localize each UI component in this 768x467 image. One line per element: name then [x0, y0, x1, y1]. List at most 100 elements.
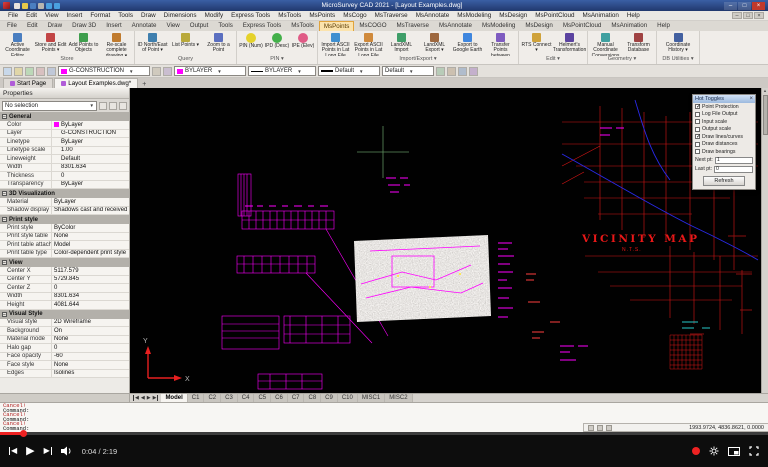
new-icon[interactable] — [14, 3, 20, 9]
maximize-button[interactable]: □ — [738, 2, 751, 10]
close-button[interactable]: × — [752, 2, 765, 10]
ribbon-group-label[interactable]: Import/Export ▾ — [319, 56, 517, 64]
ribbon-button[interactable]: Transfer Points between MicroSurvey Jobs — [484, 32, 517, 56]
layout-tab[interactable]: C6 — [271, 394, 288, 402]
layer-lock-icon[interactable] — [47, 67, 56, 76]
layer-properties-icon[interactable] — [3, 67, 12, 76]
layer-select[interactable]: G-CONSTRUCTION ▼ — [58, 66, 150, 76]
hot-toggle-checkbox[interactable]: Point Protection — [693, 103, 755, 111]
property-value[interactable]: G-CONSTRUCTION — [52, 130, 129, 138]
fullscreen-icon[interactable] — [749, 446, 759, 456]
prev-layout-button[interactable]: ◀ — [141, 395, 145, 401]
ribbon-tab[interactable]: View — [161, 20, 184, 31]
ortho-toggle-icon[interactable] — [606, 425, 612, 431]
ribbon-tab[interactable]: MsPointCloud — [558, 20, 607, 31]
property-value[interactable]: -60 — [52, 353, 129, 361]
grid-toggle-icon[interactable] — [597, 425, 603, 431]
ribbon-button[interactable]: Add Points to Objects — [67, 32, 100, 56]
menu-item[interactable]: MsPoints — [305, 12, 339, 19]
ribbon-group-label[interactable]: Query — [136, 56, 235, 64]
make-layer-current-icon[interactable] — [152, 67, 161, 76]
menu-item[interactable]: Express Tools — [227, 12, 274, 19]
layout-tab[interactable]: C7 — [288, 394, 305, 402]
ribbon-button[interactable]: LandXML Import — [385, 32, 418, 56]
property-value[interactable]: ByLayer — [52, 198, 129, 206]
menu-item[interactable]: MsModeling — [453, 12, 495, 19]
open-icon[interactable] — [22, 3, 28, 9]
toggle-pickadd-icon[interactable] — [119, 102, 127, 110]
hot-toggle-checkbox[interactable]: Log File Output — [693, 111, 755, 119]
save-icon[interactable] — [30, 3, 36, 9]
ribbon-tab[interactable]: Output — [185, 20, 214, 31]
ribbon-tab[interactable]: MsDesign — [520, 20, 558, 31]
property-value[interactable]: None — [52, 361, 129, 369]
property-value[interactable]: On — [52, 327, 129, 335]
ribbon-button[interactable]: Zoom to a Point — [202, 32, 235, 56]
ribbon-button[interactable]: Export ASCII Points in Lat Long File — [352, 32, 385, 56]
layout-tab[interactable]: MISC2 — [385, 394, 412, 402]
property-value[interactable]: Model — [52, 241, 129, 249]
menu-item[interactable]: Draw — [137, 12, 160, 19]
first-layout-button[interactable]: ◀ — [133, 395, 139, 401]
ribbon-tab[interactable]: MsModeling — [477, 20, 520, 31]
layout-tab[interactable]: MISC1 — [358, 394, 385, 402]
minimize-button[interactable]: – — [724, 2, 737, 10]
player-progress-knob[interactable] — [20, 430, 27, 437]
section-header-visual-style[interactable]: − Visual Style — [0, 310, 129, 319]
ribbon-tab[interactable]: Draw 3D — [67, 20, 101, 31]
ribbon-group-label[interactable]: Edit ▾ — [520, 56, 586, 64]
hot-toggle-checkbox[interactable]: Draw distances — [693, 141, 755, 149]
property-value[interactable]: ByLayer — [52, 121, 129, 129]
ribbon-group-label[interactable]: Geometry ▾ — [589, 56, 655, 64]
ribbon-tab[interactable]: Express Tools — [238, 20, 286, 31]
menu-item[interactable]: Dimensions — [160, 12, 201, 19]
layer-on-off-icon[interactable] — [25, 67, 34, 76]
doc-close-button[interactable]: × — [754, 12, 764, 19]
property-value[interactable]: Color-dependent print style — [52, 250, 129, 258]
ribbon-tab[interactable]: MsCOGO — [354, 20, 391, 31]
property-value[interactable]: 1.00 — [52, 147, 129, 155]
layout-tab[interactable]: C3 — [221, 394, 238, 402]
scrollbar-thumb[interactable] — [763, 95, 768, 135]
menu-item[interactable]: Help — [623, 12, 644, 19]
property-value[interactable]: 0 — [52, 344, 129, 352]
ribbon-tab[interactable]: MsAnimation — [606, 20, 652, 31]
ribbon-button[interactable]: Re-scale complete drawing ▾ — [100, 32, 133, 56]
redo-icon[interactable] — [54, 3, 60, 9]
checkbox-icon[interactable] — [695, 149, 700, 154]
ribbon-tab[interactable]: MsAnnotate — [434, 20, 477, 31]
section-header-general[interactable]: − General — [0, 112, 129, 121]
linetype-select[interactable]: BYLAYER ▼ — [248, 66, 316, 76]
ribbon-button[interactable]: RTS Connect ▾ — [520, 32, 553, 56]
property-value[interactable]: 0 — [52, 284, 129, 292]
hot-toggles-close-button[interactable]: × — [749, 96, 753, 102]
ribbon-tab[interactable]: Insert — [101, 20, 126, 31]
property-value[interactable]: 5117.579 — [52, 267, 129, 275]
drawing-canvas[interactable]: VICINITY MAP N.T.S. X Y — [130, 88, 768, 393]
selection-select[interactable]: No selection ▼ — [2, 101, 97, 111]
property-value[interactable]: 4081.644 — [52, 301, 129, 309]
layout-tab[interactable]: C4 — [238, 394, 255, 402]
scroll-up-icon[interactable]: ▲ — [763, 88, 767, 93]
hot-toggle-checkbox[interactable]: Draw bearings — [693, 148, 755, 156]
ribbon-tab[interactable]: MsTools — [286, 20, 319, 31]
next-button[interactable]: ▶ — [44, 447, 52, 455]
checkbox-icon[interactable] — [695, 134, 700, 139]
menu-item[interactable]: MsTools — [274, 12, 305, 19]
settings-gear-icon[interactable] — [709, 446, 719, 456]
property-value[interactable]: 2D Wireframe — [52, 319, 129, 327]
doc-restore-button[interactable]: □ — [743, 12, 753, 19]
ribbon-group-label[interactable]: DB Utilities ▾ — [658, 56, 698, 64]
refresh-button[interactable]: Refresh — [703, 176, 745, 186]
miniplayer-icon[interactable] — [728, 447, 740, 456]
menu-item[interactable]: Modify — [201, 12, 228, 19]
video-progress-bar[interactable] — [0, 432, 768, 435]
menu-item[interactable]: Edit — [22, 12, 41, 19]
zoom-icon[interactable] — [469, 67, 478, 76]
previous-button[interactable]: ◀ — [9, 447, 17, 455]
volume-icon[interactable] — [61, 446, 73, 456]
select-objects-icon[interactable] — [109, 102, 117, 110]
ribbon-tab[interactable]: Edit — [22, 20, 43, 31]
properties-palette-icon[interactable] — [447, 67, 456, 76]
color-select[interactable]: BYLAYER ▼ — [174, 66, 246, 76]
